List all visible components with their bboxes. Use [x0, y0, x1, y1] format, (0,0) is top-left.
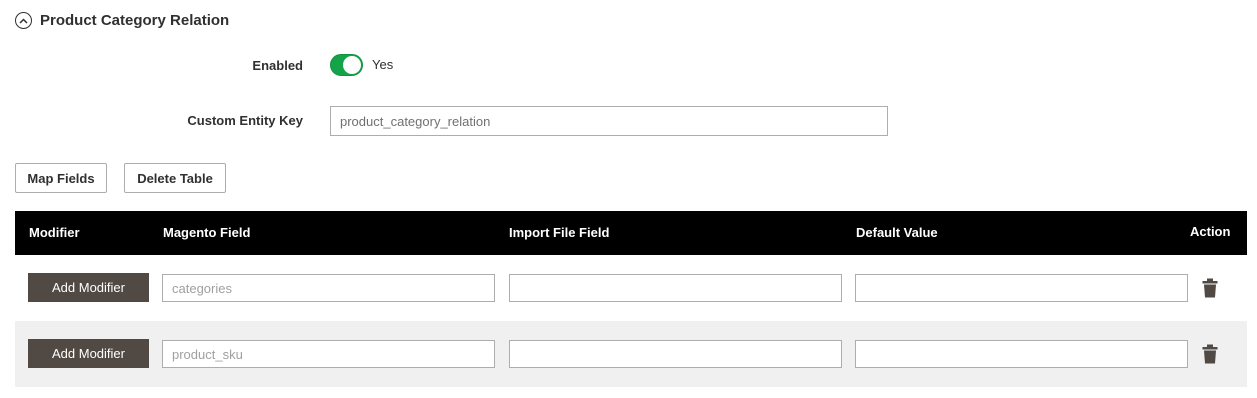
table-row: Add Modifier — [15, 255, 1247, 321]
collapse-circle-chevron-up-icon[interactable] — [15, 12, 32, 29]
section-header[interactable]: Product Category Relation — [15, 12, 229, 29]
table-row: Add Modifier — [15, 321, 1247, 387]
map-fields-button[interactable]: Map Fields — [15, 163, 107, 193]
column-header-magento-field: Magento Field — [163, 225, 251, 240]
custom-entity-key-label: Custom Entity Key — [187, 113, 303, 128]
import-file-field-input[interactable] — [509, 274, 842, 302]
toggle-knob — [343, 56, 361, 74]
section-title: Product Category Relation — [40, 12, 230, 29]
magento-field-input[interactable] — [162, 340, 495, 368]
column-header-action: Action — [1190, 224, 1231, 239]
enabled-toggle[interactable] — [330, 54, 363, 76]
trash-icon[interactable] — [1201, 278, 1219, 298]
default-value-input[interactable] — [855, 340, 1188, 368]
add-modifier-button[interactable]: Add Modifier — [28, 273, 149, 302]
column-header-modifier: Modifier — [29, 225, 80, 240]
enabled-label: Enabled — [252, 58, 303, 73]
magento-field-input[interactable] — [162, 274, 495, 302]
delete-table-button[interactable]: Delete Table — [124, 163, 226, 193]
table-header: Modifier Magento Field Import File Field… — [15, 211, 1247, 255]
column-header-default-value: Default Value — [856, 225, 938, 240]
custom-entity-key-input[interactable] — [330, 106, 888, 136]
trash-icon[interactable] — [1201, 344, 1219, 364]
add-modifier-button[interactable]: Add Modifier — [28, 339, 149, 368]
enabled-value-label: Yes — [372, 57, 394, 72]
column-header-import-file-field: Import File Field — [509, 225, 610, 240]
default-value-input[interactable] — [855, 274, 1188, 302]
import-file-field-input[interactable] — [509, 340, 842, 368]
